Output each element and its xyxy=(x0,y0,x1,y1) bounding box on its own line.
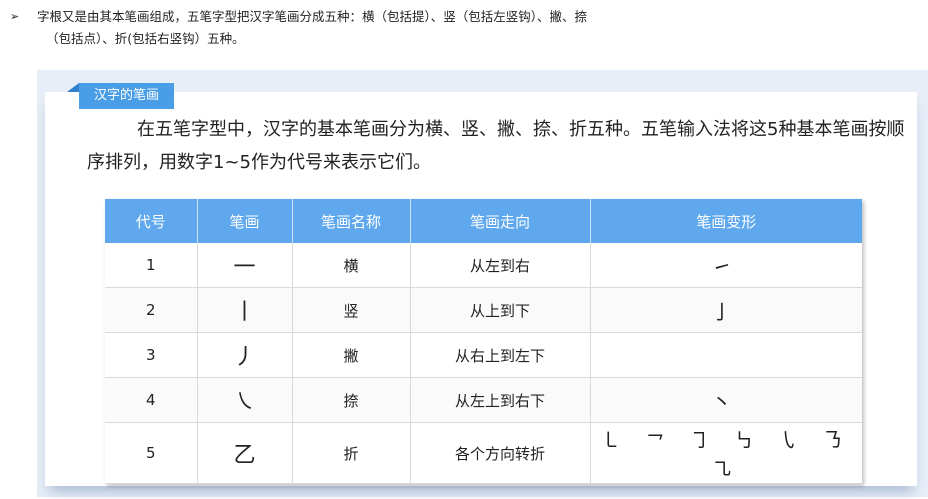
cell-name: 竖 xyxy=(292,287,411,333)
cell-stroke: 乙 xyxy=(197,422,293,484)
header-name: 笔画名称 xyxy=(292,199,411,243)
cell-stroke: ㇏ xyxy=(197,377,293,423)
cell-variants: 丶 xyxy=(590,377,862,423)
cell-direction: 从右上到左下 xyxy=(410,332,591,378)
cell-name: 折 xyxy=(292,422,411,484)
cell-variants xyxy=(590,332,862,378)
cell-code: 1 xyxy=(105,243,198,288)
table-row: 2 丨 竖 从上到下 亅 xyxy=(105,287,862,333)
section-tag: 汉字的笔画 xyxy=(79,83,174,109)
cell-stroke: 一 xyxy=(197,243,293,288)
table-row: 1 一 横 从左到右 ㇀ xyxy=(105,243,862,288)
cell-direction: 从左到右 xyxy=(410,243,591,288)
strokes-table: 代号 笔画 笔画名称 笔画走向 笔画变形 1 一 横 从左到右 ㇀ 2 丨 竖 … xyxy=(105,199,862,484)
table-row: 4 ㇏ 捺 从左上到右下 丶 xyxy=(105,377,862,423)
cell-variants: ㇀ xyxy=(590,243,862,288)
cell-name: 捺 xyxy=(292,377,411,423)
tag-fold xyxy=(67,83,79,92)
cell-code: 5 xyxy=(105,422,198,484)
cell-stroke: 丿 xyxy=(197,332,293,378)
header-direction: 笔画走向 xyxy=(410,199,591,243)
cell-stroke: 丨 xyxy=(197,287,293,333)
description-paragraph: 在五笔字型中，汉字的基本笔画分为横、竖、撇、捺、折五种。五笔输入法将这5种基本笔… xyxy=(87,113,907,179)
cell-direction: 从左上到右下 xyxy=(410,377,591,423)
table-row: 5 乙 折 各个方向转折 ㇄ ㇖ ㇆ ㇉ ㇂ ㇡ ㇈ xyxy=(105,422,862,484)
header-stroke: 笔画 xyxy=(197,199,293,243)
header-code: 代号 xyxy=(105,199,198,243)
intro-bullet: ➢ 字根又是由其本笔画组成，五笔字型把汉字笔画分成五种：横（包括提）、竖（包括左… xyxy=(10,6,910,50)
cell-code: 4 xyxy=(105,377,198,423)
table-row: 3 丿 撇 从右上到左下 xyxy=(105,332,862,378)
cell-name: 横 xyxy=(292,243,411,288)
cell-direction: 各个方向转折 xyxy=(410,422,591,484)
cell-name: 撇 xyxy=(292,332,411,378)
cell-direction: 从上到下 xyxy=(410,287,591,333)
header-variants: 笔画变形 xyxy=(590,199,862,243)
bullet-arrow-icon: ➢ xyxy=(10,10,20,23)
cell-code: 2 xyxy=(105,287,198,333)
intro-line-1: 字根又是由其本笔画组成，五笔字型把汉字笔画分成五种：横（包括提）、竖（包括左竖钩… xyxy=(37,9,588,24)
description-text: 在五笔字型中，汉字的基本笔画分为横、竖、撇、捺、折五种。五笔输入法将这5种基本笔… xyxy=(87,119,905,173)
cell-code: 3 xyxy=(105,332,198,378)
table-header-row: 代号 笔画 笔画名称 笔画走向 笔画变形 xyxy=(105,199,862,243)
cell-variants: 亅 xyxy=(590,287,862,333)
intro-line-2: （包括点）、折(包括右竖钩）五种。 xyxy=(46,31,245,46)
cell-variants: ㇄ ㇖ ㇆ ㇉ ㇂ ㇡ ㇈ xyxy=(590,422,862,484)
